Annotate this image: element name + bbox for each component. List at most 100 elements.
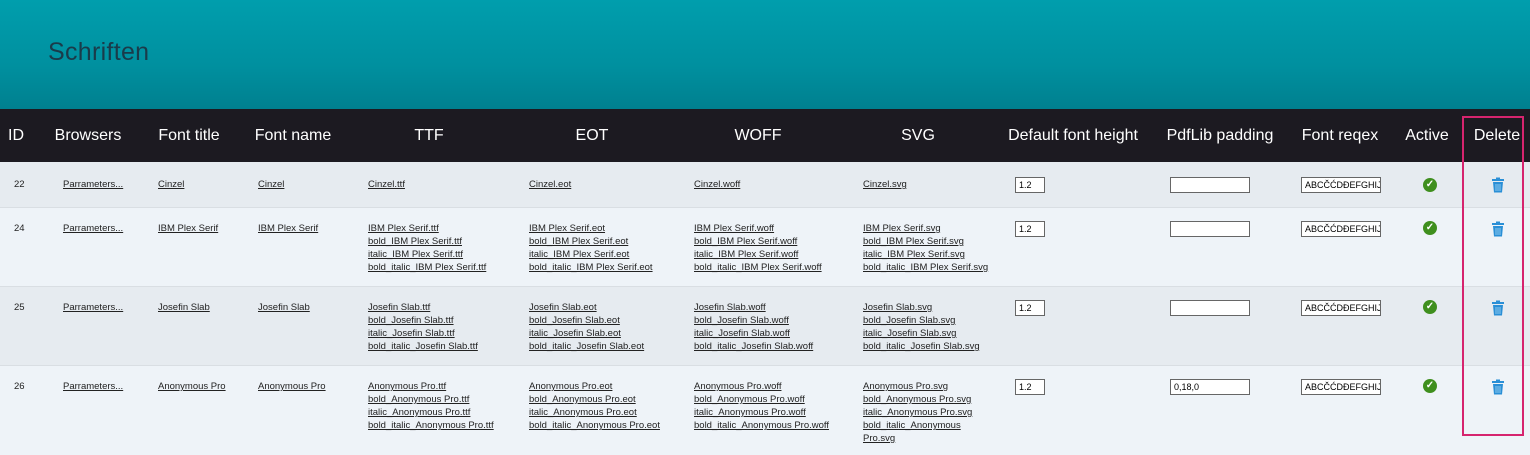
font-regex-input[interactable]: ABCČĆDĐEFGHIJK	[1301, 300, 1381, 316]
column-header-font-title[interactable]: Font title	[146, 109, 232, 162]
ttf-file-link[interactable]: Josefin Slab.ttf	[368, 301, 478, 314]
woff-file-link[interactable]: bold_Anonymous Pro.woff	[694, 393, 829, 406]
check-circle-icon[interactable]: ✓	[1423, 300, 1437, 314]
eot-file-link[interactable]: Josefin Slab.eot	[529, 301, 644, 314]
pdflib-padding-input[interactable]	[1170, 221, 1250, 237]
svg-file-link[interactable]: bold_italic_Anonymous Pro.svg	[863, 419, 963, 445]
trash-icon[interactable]	[1491, 221, 1505, 237]
ttf-file-link[interactable]: italic_IBM Plex Serif.ttf	[368, 248, 486, 261]
ttf-file-link[interactable]: bold_italic_Josefin Slab.ttf	[368, 340, 478, 353]
woff-file-link[interactable]: Anonymous Pro.woff	[694, 380, 829, 393]
pdflib-padding-input[interactable]: 0,18,0	[1170, 379, 1250, 395]
column-header-ttf[interactable]: TTF	[365, 109, 493, 162]
column-header-pdflib-padding[interactable]: PdfLib padding	[1157, 109, 1283, 162]
column-header-font-regex[interactable]: Font reqex	[1294, 109, 1386, 162]
ttf-file-link[interactable]: bold_italic_Anonymous Pro.ttf	[368, 419, 494, 432]
woff-file-link[interactable]: bold_italic_IBM Plex Serif.woff	[694, 261, 822, 274]
svg-file-link[interactable]: italic_Anonymous Pro.svg	[863, 406, 973, 419]
eot-file-link[interactable]: bold_italic_Anonymous Pro.eot	[529, 419, 660, 432]
browsers-parameters-link[interactable]: Parrameters...	[63, 178, 123, 191]
ttf-file-link[interactable]: bold_Anonymous Pro.ttf	[368, 393, 494, 406]
font-name-link[interactable]: Anonymous Pro	[258, 380, 326, 393]
column-header-woff[interactable]: WOFF	[693, 109, 823, 162]
svg-file-link[interactable]: bold_italic_Josefin Slab.svg	[863, 340, 980, 353]
svg-file-link[interactable]: bold_Anonymous Pro.svg	[863, 393, 973, 406]
browsers-parameters-link[interactable]: Parrameters...	[63, 380, 123, 393]
eot-file-link[interactable]: italic_Josefin Slab.eot	[529, 327, 644, 340]
column-header-id[interactable]: ID	[0, 109, 32, 162]
font-title-link[interactable]: IBM Plex Serif	[158, 222, 218, 235]
trash-icon[interactable]	[1491, 300, 1505, 316]
woff-file-link[interactable]: italic_Anonymous Pro.woff	[694, 406, 829, 419]
ttf-file-link[interactable]: bold_italic_IBM Plex Serif.ttf	[368, 261, 486, 274]
ttf-file-link[interactable]: italic_Anonymous Pro.ttf	[368, 406, 494, 419]
svg-file-link[interactable]: Josefin Slab.svg	[863, 301, 980, 314]
trash-icon[interactable]	[1491, 379, 1505, 395]
svg-file-link[interactable]: bold_italic_IBM Plex Serif.svg	[863, 261, 988, 274]
svg-file-link[interactable]: italic_Josefin Slab.svg	[863, 327, 980, 340]
check-circle-icon[interactable]: ✓	[1423, 379, 1437, 393]
woff-file-link[interactable]: bold_italic_Anonymous Pro.woff	[694, 419, 829, 432]
woff-file-link[interactable]: bold_italic_Josefin Slab.woff	[694, 340, 813, 353]
eot-file-link[interactable]: bold_IBM Plex Serif.eot	[529, 235, 653, 248]
svg-file-link[interactable]: bold_Josefin Slab.svg	[863, 314, 980, 327]
eot-file-link[interactable]: bold_italic_Josefin Slab.eot	[529, 340, 644, 353]
font-title-link[interactable]: Anonymous Pro	[158, 380, 226, 393]
svg-file-link[interactable]: bold_IBM Plex Serif.svg	[863, 235, 988, 248]
column-header-svg[interactable]: SVG	[858, 109, 978, 162]
column-header-eot[interactable]: EOT	[528, 109, 656, 162]
eot-file-link[interactable]: bold_Josefin Slab.eot	[529, 314, 644, 327]
woff-file-link[interactable]: Josefin Slab.woff	[694, 301, 813, 314]
ttf-file-link[interactable]: bold_IBM Plex Serif.ttf	[368, 235, 486, 248]
font-regex-input[interactable]: ABCČĆDĐEFGHIJK	[1301, 221, 1381, 237]
svg-file-link[interactable]: Anonymous Pro.svg	[863, 380, 973, 393]
eot-file-link[interactable]: Cinzel.eot	[529, 178, 571, 191]
svg-file-link[interactable]: IBM Plex Serif.svg	[863, 222, 988, 235]
eot-file-link[interactable]: italic_Anonymous Pro.eot	[529, 406, 660, 419]
eot-file-link[interactable]: italic_IBM Plex Serif.eot	[529, 248, 653, 261]
column-header-browsers[interactable]: Browsers	[42, 109, 134, 162]
eot-file-link[interactable]: Anonymous Pro.eot	[529, 380, 660, 393]
woff-file-link[interactable]: bold_IBM Plex Serif.woff	[694, 235, 822, 248]
column-header-font-name[interactable]: Font name	[246, 109, 340, 162]
eot-file-link[interactable]: bold_Anonymous Pro.eot	[529, 393, 660, 406]
check-circle-icon[interactable]: ✓	[1423, 178, 1437, 192]
ttf-file-link[interactable]: Anonymous Pro.ttf	[368, 380, 494, 393]
woff-file-link[interactable]: italic_Josefin Slab.woff	[694, 327, 813, 340]
font-name-link[interactable]: Josefin Slab	[258, 301, 310, 314]
woff-file-link[interactable]: bold_Josefin Slab.woff	[694, 314, 813, 327]
pdflib-padding-input[interactable]	[1170, 177, 1250, 193]
default-font-height-input[interactable]: 1.2	[1015, 300, 1045, 316]
trash-icon[interactable]	[1491, 177, 1505, 193]
browsers-parameters-link[interactable]: Parrameters...	[63, 301, 123, 314]
eot-file-link[interactable]: IBM Plex Serif.eot	[529, 222, 653, 235]
ttf-file-link[interactable]: IBM Plex Serif.ttf	[368, 222, 486, 235]
default-font-height-input[interactable]: 1.2	[1015, 379, 1045, 395]
check-circle-icon[interactable]: ✓	[1423, 221, 1437, 235]
ttf-file-link[interactable]: bold_Josefin Slab.ttf	[368, 314, 478, 327]
table-header: ID Browsers Font title Font name TTF EOT…	[0, 109, 1530, 162]
woff-file-link[interactable]: IBM Plex Serif.woff	[694, 222, 822, 235]
column-header-default-font-height[interactable]: Default font height	[1002, 109, 1144, 162]
default-font-height-input[interactable]: 1.2	[1015, 221, 1045, 237]
column-header-delete[interactable]: Delete	[1466, 109, 1528, 162]
pdflib-padding-input[interactable]	[1170, 300, 1250, 316]
font-name-link[interactable]: IBM Plex Serif	[258, 222, 318, 235]
default-font-height-input[interactable]: 1.2	[1015, 177, 1045, 193]
ttf-file-link[interactable]: Cinzel.ttf	[368, 178, 405, 191]
font-regex-input[interactable]: ABCČĆDĐEFGHIJK	[1301, 177, 1381, 193]
eot-file-link[interactable]: bold_italic_IBM Plex Serif.eot	[529, 261, 653, 274]
font-regex-input[interactable]: ABCČĆDĐEFGHIJK	[1301, 379, 1381, 395]
column-header-active[interactable]: Active	[1398, 109, 1456, 162]
font-name-link[interactable]: Cinzel	[258, 178, 284, 191]
woff-file-link[interactable]: italic_IBM Plex Serif.woff	[694, 248, 822, 261]
woff-file-link[interactable]: Cinzel.woff	[694, 178, 740, 191]
row-id: 25	[14, 302, 25, 313]
font-title-link[interactable]: Josefin Slab	[158, 301, 210, 314]
browsers-parameters-link[interactable]: Parrameters...	[63, 222, 123, 235]
svg-file-link[interactable]: italic_IBM Plex Serif.svg	[863, 248, 988, 261]
table-row: 25 Parrameters... Josefin Slab Josefin S…	[0, 287, 1530, 365]
font-title-link[interactable]: Cinzel	[158, 178, 184, 191]
ttf-file-link[interactable]: italic_Josefin Slab.ttf	[368, 327, 478, 340]
svg-file-link[interactable]: Cinzel.svg	[863, 178, 907, 191]
